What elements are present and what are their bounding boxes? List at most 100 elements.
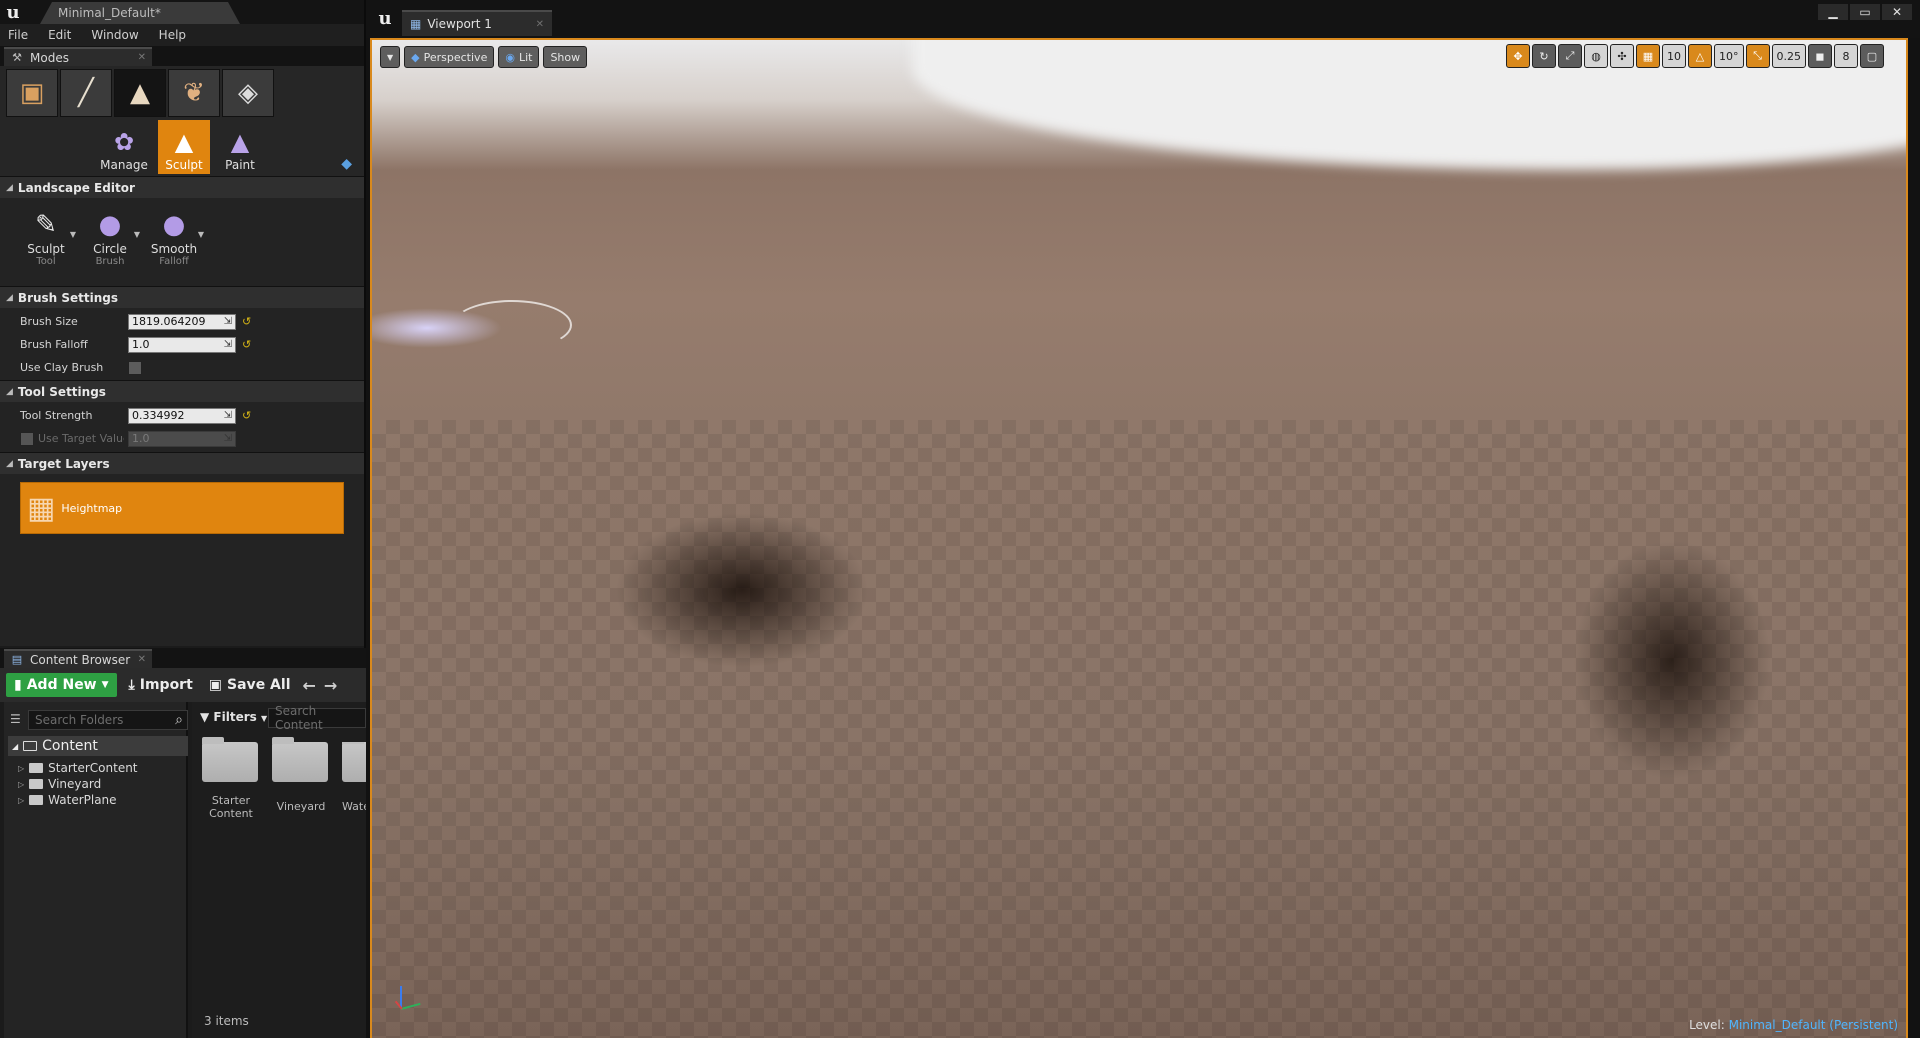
circle-brush-icon: ● [98, 210, 122, 240]
back-arrow-icon[interactable]: ← [303, 676, 316, 695]
rotation-snap-icon[interactable]: △ [1688, 44, 1712, 68]
spin-arrows-icon[interactable]: ⇲ [224, 339, 232, 350]
lit-button[interactable]: ◉ Lit [498, 46, 540, 68]
import-label: Import [139, 677, 193, 693]
asset-tile[interactable]: Vineyard [272, 737, 330, 813]
import-button[interactable]: ⤓ Import [125, 673, 197, 697]
perspective-icon: ◆ [411, 50, 420, 64]
asset-name: Vineyard [276, 800, 326, 813]
world-local-icon[interactable]: ◍ [1584, 44, 1608, 68]
use-target-checkbox[interactable] [20, 431, 34, 446]
circle-brush-label: Circle [93, 242, 127, 256]
menu-window[interactable]: Window [91, 28, 138, 42]
brush-falloff-value: 1.0 [132, 338, 150, 351]
tree-item-waterplane[interactable]: ▷ WaterPlane [18, 792, 117, 808]
menu-file[interactable]: File [8, 28, 28, 42]
tree-root-content[interactable]: ◢ Content [8, 736, 188, 756]
search-folders-input[interactable]: Search Folders ⌕ [28, 710, 188, 730]
viewport-tab-label: Viewport 1 [427, 17, 492, 31]
tool-settings-body: Tool Strength 0.334992 ⇲ ↺ Use Target Va… [0, 402, 364, 452]
brush-tools: ✎ Sculpt Tool ▼ ● Circle Brush ▼ ● Smoot… [0, 198, 364, 286]
tree-toggle-icon[interactable]: ☰ [10, 712, 21, 726]
content-browser-tab-label: Content Browser [30, 652, 131, 667]
viewport-options-button[interactable]: ▼ [380, 46, 401, 68]
smooth-falloff-dropdown[interactable]: ● Smooth Falloff ▼ [144, 208, 204, 267]
tree-item-vineyard[interactable]: ▷ Vineyard [18, 776, 101, 792]
tree-item-label: Vineyard [48, 777, 102, 791]
pin-icon[interactable]: ◆ [341, 156, 352, 172]
close-icon[interactable]: ✕ [536, 19, 544, 30]
scale-icon[interactable]: ⤢ [1558, 44, 1582, 68]
close-window-icon[interactable]: ✕ [1882, 4, 1912, 20]
rotation-snap-value[interactable]: 10° [1714, 44, 1744, 68]
viewport-tab[interactable]: ▦ Viewport 1 ✕ [402, 10, 552, 36]
translate-icon[interactable]: ✥ [1506, 44, 1530, 68]
foliage-mode-button[interactable]: ❦ [168, 69, 220, 117]
landscape-editor-header[interactable]: ◢ Landscape Editor [0, 176, 364, 198]
paint-mode-button[interactable]: ╱ [60, 69, 112, 117]
menu-bar: File Edit Window Help [0, 24, 364, 46]
menu-help[interactable]: Help [159, 28, 186, 42]
circle-brush-dropdown[interactable]: ● Circle Brush ▼ [80, 208, 140, 267]
brush-falloff-input[interactable]: 1.0 ⇲ [128, 336, 236, 353]
forward-arrow-icon[interactable]: → [324, 676, 337, 695]
reset-icon[interactable]: ↺ [242, 409, 251, 422]
scale-snap-icon[interactable]: ⤡ [1745, 44, 1770, 68]
save-all-button[interactable]: ▣ Save All [205, 673, 295, 697]
modes-tab[interactable]: ⚒ Modes ✕ [4, 47, 152, 66]
folder-icon [272, 737, 328, 782]
minimize-icon[interactable]: ▁ [1818, 4, 1848, 20]
maximize-viewport-icon[interactable]: ▢ [1860, 44, 1884, 68]
filter-icon: ▼ [200, 710, 210, 724]
content-browser-tab[interactable]: ▤ Content Browser ✕ [4, 649, 152, 668]
use-target-input[interactable]: 1.0 ⇲ [128, 430, 236, 447]
grid-snap-value[interactable]: 10 [1662, 44, 1686, 68]
sculpt-tool-dropdown[interactable]: ✎ Sculpt Tool ▼ [16, 208, 76, 267]
manage-tool-button[interactable]: ✿ Manage [98, 120, 150, 174]
level-name: Minimal_Default (Persistent) [1728, 1018, 1898, 1032]
close-icon[interactable]: ✕ [138, 52, 146, 63]
menu-edit[interactable]: Edit [48, 28, 71, 42]
maximize-icon[interactable]: ▭ [1850, 4, 1880, 20]
camera-speed-value[interactable]: 8 [1834, 44, 1858, 68]
landscape-mode-button[interactable]: ▲ [114, 69, 166, 117]
show-button[interactable]: Show [543, 46, 588, 68]
perspective-button[interactable]: ◆ Perspective [404, 46, 495, 68]
tool-settings-header[interactable]: ◢ Tool Settings [0, 380, 364, 402]
close-icon[interactable]: ✕ [138, 654, 146, 665]
use-clay-checkbox[interactable] [128, 360, 142, 375]
spin-arrows-icon[interactable]: ⇲ [224, 410, 232, 421]
add-new-button[interactable]: ▮ Add New ▼ [6, 673, 117, 697]
grid-snap-icon[interactable]: ▦ [1636, 44, 1660, 68]
camera-speed-icon[interactable]: ◼ [1808, 44, 1832, 68]
viewport-scene[interactable]: ▼ ◆ Perspective ◉ Lit Show ✥ ↻ ⤢ ◍ ✣ ▦ 1… [370, 38, 1908, 1038]
spin-arrows-icon[interactable]: ⇲ [224, 316, 232, 327]
rotate-icon[interactable]: ↻ [1532, 44, 1556, 68]
document-tab[interactable]: Minimal_Default* [40, 2, 240, 24]
asset-tile[interactable]: Starter Content [202, 737, 260, 820]
tree-item-startercontent[interactable]: ▷ StarterContent [18, 760, 138, 776]
surface-snap-icon[interactable]: ✣ [1610, 44, 1634, 68]
asset-tile[interactable]: Wate [342, 742, 366, 813]
geometry-mode-button[interactable]: ◈ [222, 69, 274, 117]
brush-settings-header[interactable]: ◢ Brush Settings [0, 286, 364, 308]
reset-icon[interactable]: ↺ [242, 338, 251, 351]
place-mode-button[interactable]: ▣ [6, 69, 58, 117]
reset-icon[interactable]: ↺ [242, 315, 251, 328]
content-browser-main: ☰ Search Folders ⌕ ◢ Content ▷ StarterCo… [0, 702, 366, 1038]
brush-size-input[interactable]: 1819.064209 ⇲ [128, 313, 236, 330]
search-content-input[interactable]: Search Content [268, 704, 366, 732]
brush-settings-title: Brush Settings [17, 290, 119, 305]
collapse-icon: ◢ [6, 386, 13, 397]
filters-button[interactable]: ▼ Filters ▼ [200, 710, 267, 724]
spin-arrows-icon[interactable]: ⇲ [224, 433, 232, 444]
landscape-tool-row: ✿ Manage ▲ Sculpt ▲ Paint ◆ [0, 118, 364, 176]
sculpt-tool-button[interactable]: ▲ Sculpt [158, 120, 210, 174]
heightmap-layer[interactable]: ▦ Heightmap [20, 482, 344, 534]
paint-tool-button[interactable]: ▲ Paint [214, 120, 266, 174]
target-layers-header[interactable]: ◢ Target Layers [0, 452, 364, 474]
folder-icon [342, 742, 366, 782]
scale-snap-value[interactable]: 0.25 [1771, 44, 1806, 68]
brush-cursor-ring [452, 300, 572, 350]
tool-strength-input[interactable]: 0.334992 ⇲ [128, 407, 236, 424]
